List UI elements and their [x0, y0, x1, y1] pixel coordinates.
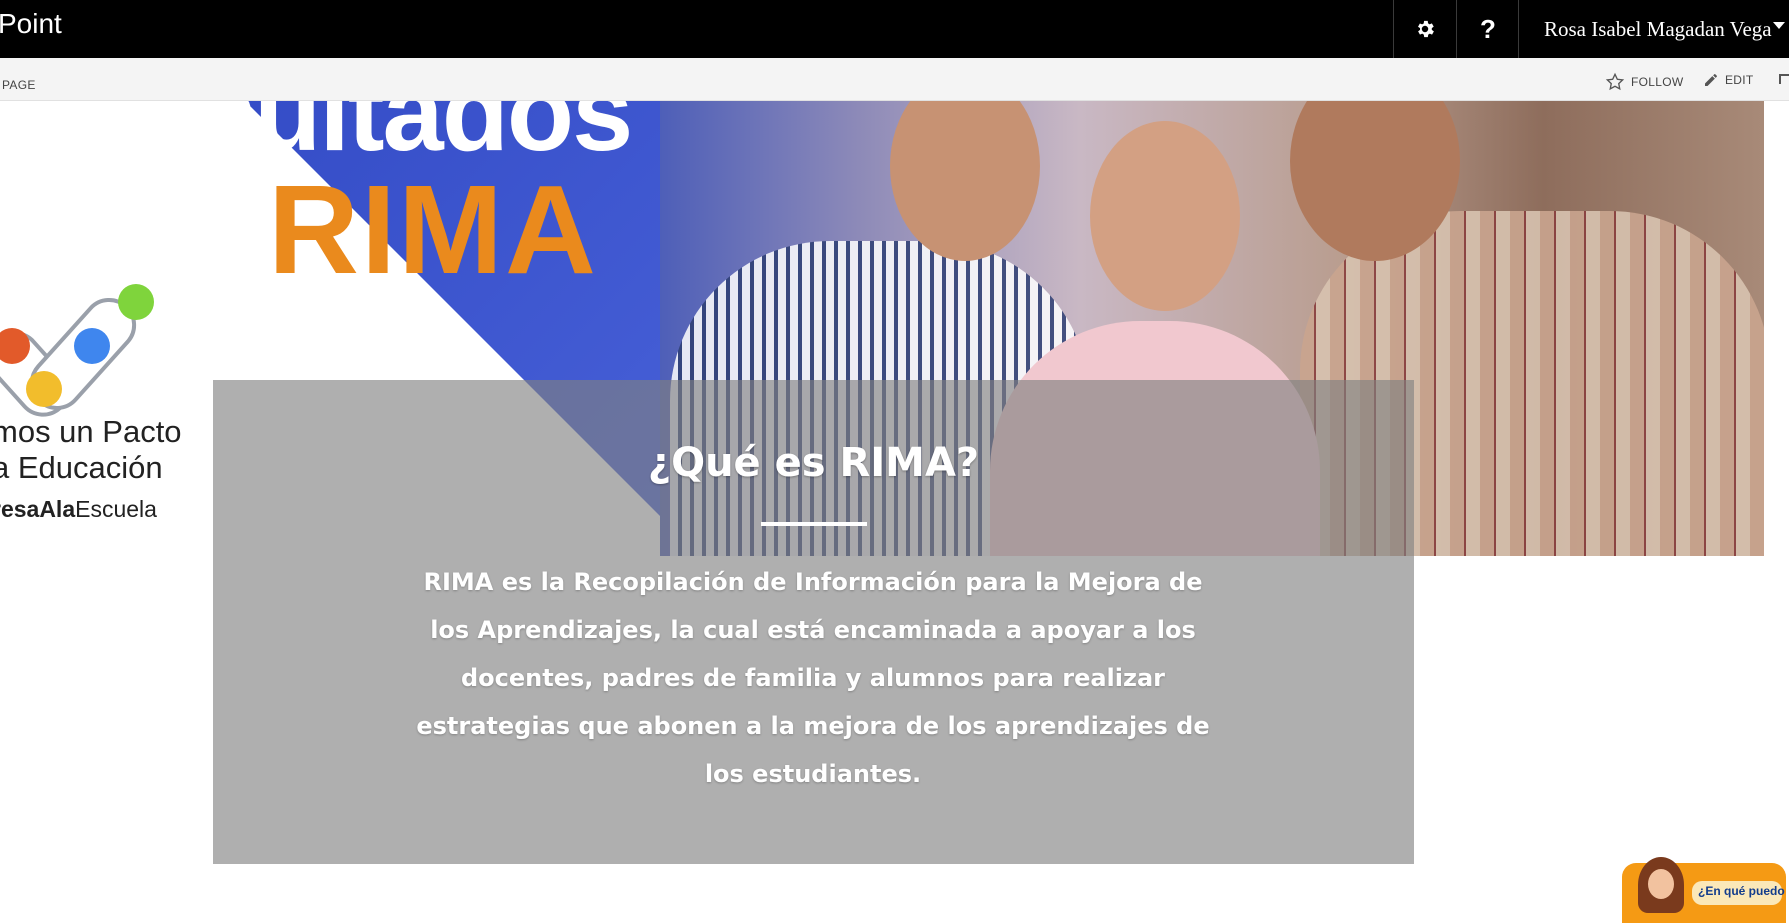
- chat-label: ¿En qué puedo: [1698, 884, 1785, 898]
- user-menu[interactable]: Rosa Isabel Magadan Vega: [1518, 0, 1789, 58]
- suite-bar: Point ? Rosa Isabel Magadan Vega: [0, 0, 1789, 58]
- star-icon: [1605, 72, 1625, 91]
- hero-rima-word: RIMA: [268, 159, 598, 300]
- help-button[interactable]: ?: [1456, 0, 1519, 58]
- logo-dot-yellow: [26, 371, 62, 407]
- pencil-icon: [1705, 74, 1717, 86]
- ribbon-bar: PAGE FOLLOW EDIT: [0, 58, 1789, 101]
- user-name: Rosa Isabel Magadan Vega: [1544, 16, 1772, 41]
- logo-text-line1: mos un Pacto: [0, 414, 182, 449]
- photo-face-girl: [1090, 121, 1240, 311]
- logo-hashtag: resaAlaEscuela: [0, 496, 157, 523]
- follow-label: FOLLOW: [1631, 75, 1684, 89]
- app-title[interactable]: Point: [0, 8, 62, 40]
- logo-hashtag-rest: Escuela: [75, 496, 157, 522]
- edit-label: EDIT: [1725, 73, 1754, 87]
- settings-button[interactable]: [1393, 0, 1456, 58]
- follow-button[interactable]: FOLLOW: [1605, 72, 1683, 92]
- edit-button[interactable]: EDIT: [1703, 72, 1754, 88]
- logo-text-line2: a Educación: [0, 450, 163, 485]
- agent-face: [1648, 869, 1674, 899]
- card-body-text: RIMA es la Recopilación de Información p…: [416, 568, 1210, 788]
- card-title: ¿Qué es RIMA?: [647, 440, 980, 486]
- photo-face-mother: [890, 101, 1040, 261]
- focus-mode-icon[interactable]: [1779, 74, 1789, 84]
- logo-dot-green: [118, 284, 154, 320]
- help-chat-widget[interactable]: ¿En qué puedo: [1622, 857, 1786, 923]
- gear-icon: [1418, 20, 1434, 38]
- chevron-down-icon: [1773, 22, 1785, 29]
- info-card: ¿Qué es RIMA? RIMA es la Recopilación de…: [213, 380, 1414, 864]
- logo-dot-blue: [74, 328, 110, 364]
- title-divider: [761, 522, 867, 526]
- ribbon-tab-page[interactable]: PAGE: [2, 78, 36, 92]
- logo-hashtag-bold: resaAla: [0, 496, 76, 522]
